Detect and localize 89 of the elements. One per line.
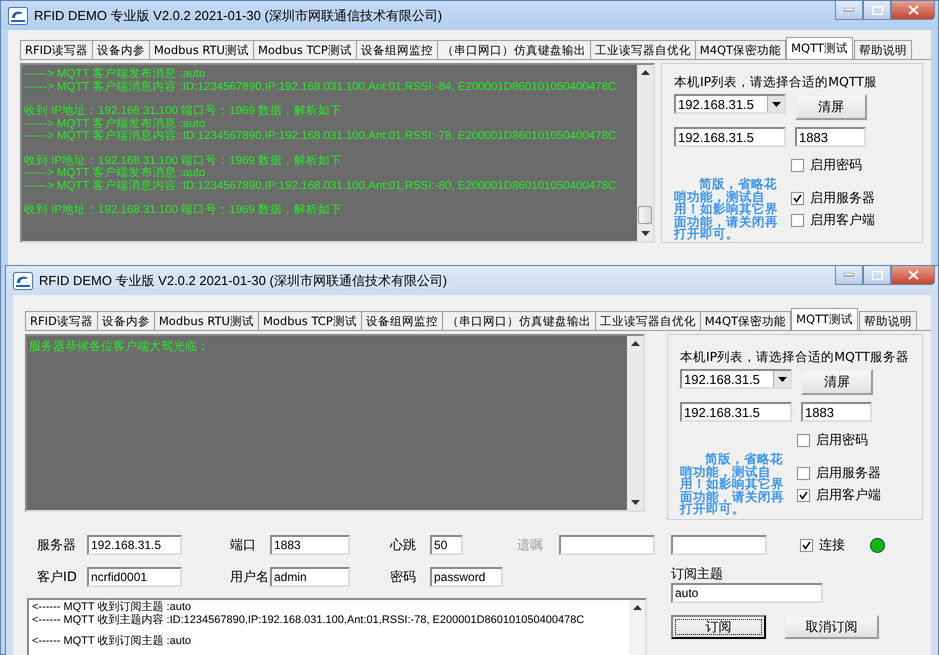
ip-list-label: 本机IP列表，请选择合适的MQTT服务器 (680, 349, 910, 366)
scroll-down-icon (640, 231, 650, 236)
scrollbar[interactable] (637, 65, 653, 241)
app-logo-icon (8, 6, 28, 24)
log-line: <------ MQTT 收到主题内容 :ID:1234567890,IP:192.168.031.100,Ant:01,RSSI:-78, E200001D860101050400478C (32, 614, 586, 627)
field-label: 端口 (230, 537, 257, 554)
log-line: 服务器恭候各位客户端大驾光临： (29, 339, 210, 353)
tab[interactable]: 设备组网监控 (360, 311, 443, 330)
scroll-up-icon (632, 605, 642, 610)
checkbox-label: 启用客户端 (810, 212, 875, 229)
log-line: 收到 IP地址：192.168.31.100 端口号：1969 数据，解析如下 (24, 105, 343, 117)
tab[interactable]: MQTT测试 (786, 37, 853, 59)
clear-button[interactable]: 清屏 (795, 94, 867, 120)
checkbox[interactable] (791, 158, 804, 172)
checkbox-label: 启用服务器 (810, 190, 875, 207)
tab[interactable]: 帮助说明 (854, 40, 912, 59)
field-label: 客户ID (37, 569, 78, 586)
ip-list-label: 本机IP列表，请选择合适的MQTT服 (674, 74, 878, 91)
port-input[interactable]: 1883 (795, 127, 866, 147)
log-line: ------> MQTT 客户端发布消息 :auto (24, 167, 206, 179)
tab[interactable]: RFID读写器 (25, 311, 98, 330)
close-button[interactable] (891, 1, 935, 20)
tab[interactable]: （串口网口）仿真键盘输出 (442, 311, 596, 330)
field-label: 心跳 (390, 537, 417, 554)
tab[interactable]: 帮助说明 (858, 311, 917, 330)
ip-input[interactable]: 192.168.31.5 (674, 127, 786, 147)
caret-icon (772, 102, 780, 106)
maximize-icon (872, 270, 882, 280)
tab[interactable]: （串口网口）仿真键盘输出 (436, 40, 591, 59)
note-text: 简版，省略花哨功能，测试自用！如影响其它界面功能，请关闭再打开即可。 (674, 178, 779, 240)
checkbox-label: 启用客户端 (816, 487, 881, 504)
field-label: 用户名 (230, 569, 270, 586)
caret-icon (778, 376, 786, 382)
checkbox-label: 启用密码 (816, 432, 868, 449)
tab[interactable]: 设备组网监控 (356, 40, 438, 59)
checkmark-icon (802, 540, 811, 550)
scroll-thumb[interactable] (638, 206, 652, 224)
checkmark-icon (793, 194, 802, 202)
field-label: 订阅主题 (671, 566, 723, 583)
scrollbar[interactable] (629, 600, 645, 655)
window-title: RFID DEMO 专业版 V2.0.2 2021-01-30 (深圳市网联通信技术有限公司) (34, 6, 442, 24)
field-label: 遗嘱 (517, 537, 544, 554)
tab[interactable]: 设备内参 (92, 40, 150, 59)
log-line: ------> MQTT 客户端消息内容 :ID:1234567890,IP:192.168.031.100,Ant:01,RSSI:-84, E200001D860101050400478C (24, 80, 618, 93)
scroll-up-icon (630, 341, 640, 346)
log-line: 收到 IP地址：192.168.31.100 端口号：1969 数据，解析如下 (24, 204, 343, 216)
scroll-down-icon (630, 500, 640, 505)
checkmark-icon (799, 490, 808, 500)
tab[interactable]: M4QT保密功能 (694, 40, 786, 59)
tab[interactable]: MQTT测试 (791, 308, 858, 330)
maximize-button[interactable] (863, 1, 891, 20)
checkbox[interactable] (791, 192, 804, 204)
scroll-up-icon (640, 70, 650, 75)
checkbox-label: 启用密码 (810, 157, 862, 174)
minimize-icon (844, 273, 854, 277)
ip-dropdown[interactable]: 192.168.31.5 (674, 94, 786, 114)
minimize-button[interactable] (835, 1, 863, 20)
field-label: 服务器 (37, 537, 77, 554)
tab[interactable]: M4QT保密功能 (700, 311, 792, 330)
close-icon (908, 5, 918, 15)
minimize-icon (844, 8, 854, 12)
ip-input[interactable]: 192.168.31.5 (680, 402, 792, 422)
log-line: <------ MQTT 收到订阅主题 :auto (32, 601, 192, 614)
log-line: ------> MQTT 客户端发布消息 :auto (24, 68, 206, 80)
log-line: ------> MQTT 客户端消息内容 :ID:1234567890,IP:192.168.031.100,Ant:01,RSSI:-78, E200001D860101050400478C (24, 130, 618, 142)
clear-button[interactable]: 清屏 (801, 369, 873, 395)
scrollbar[interactable] (627, 336, 643, 510)
checkbox[interactable] (797, 434, 810, 446)
checkbox-label: 连接 (819, 537, 845, 554)
note-text: 简版，省略花哨功能，测试自用！如影响其它界面功能，请关闭再打开即可。 (680, 453, 785, 516)
checkbox[interactable] (791, 214, 804, 226)
log-line: <------ MQTT 收到订阅主题 :auto (32, 635, 192, 648)
tab[interactable]: RFID读写器 (20, 40, 93, 59)
log-line: ------> MQTT 客户端消息内容 :ID:1234567890,IP:192.168.031.100,Ant:01,RSSI:-80, E200001D860101050400478C (24, 180, 618, 192)
tab[interactable]: 工业读写器自优化 (590, 40, 696, 59)
checkbox[interactable] (797, 488, 810, 502)
field-label: 密码 (390, 569, 417, 586)
tab[interactable]: 工业读写器自优化 (594, 311, 701, 330)
port-input[interactable]: 1883 (801, 402, 872, 422)
close-icon (908, 270, 918, 280)
app-logo-icon (13, 272, 33, 290)
ip-dropdown[interactable]: 192.168.31.5 (680, 369, 792, 389)
checkbox[interactable] (797, 466, 810, 480)
maximize-icon (872, 6, 882, 14)
tab[interactable]: 设备内参 (96, 311, 155, 330)
window-title: RFID DEMO 专业版 V2.0.2 2021-01-30 (深圳市网联通信技术有限公司) (39, 272, 448, 290)
log-line: ------> MQTT 客户端发布消息 :auto (24, 118, 206, 130)
log-line: 收到 IP地址：192.168.31.100 端口号：1969 数据，解析如下 (24, 154, 343, 166)
checkbox-label: 启用服务器 (816, 465, 881, 482)
